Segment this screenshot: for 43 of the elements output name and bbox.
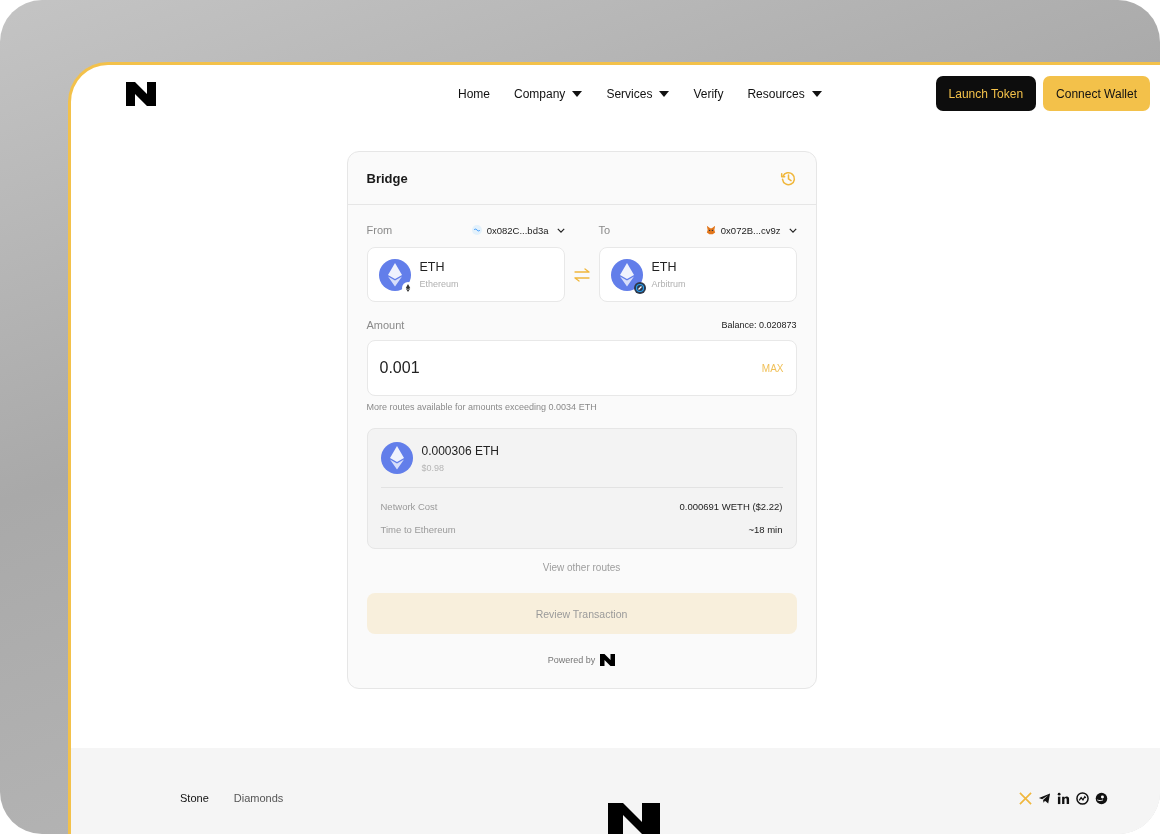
detail-label: Network Cost bbox=[380, 500, 438, 512]
powered-by-text: Powered by bbox=[547, 655, 596, 665]
eth-coin-icon bbox=[378, 258, 411, 291]
footer-link[interactable]: Stone bbox=[180, 792, 209, 804]
nav-link[interactable]: Resources bbox=[747, 86, 822, 101]
nav-link[interactable]: Company bbox=[514, 86, 583, 101]
wallet-selector[interactable]: 0x082C...bd3a bbox=[471, 224, 565, 236]
detail-label: Time to Ethereum bbox=[380, 523, 456, 535]
linkedin-icon[interactable] bbox=[1057, 792, 1070, 805]
eth-coin-icon bbox=[380, 442, 413, 474]
chart-circle-icon[interactable] bbox=[1076, 792, 1089, 805]
chevron-icon[interactable] bbox=[556, 227, 565, 233]
gecko-icon[interactable] bbox=[1095, 792, 1108, 805]
wallet-selector[interactable]: 0x072B...cv9z bbox=[705, 224, 797, 236]
detail-value: 0.000691 WETH ($2.22) bbox=[679, 500, 783, 512]
hint-text: More routes available for amounts exceeding 0.0034 ETH bbox=[366, 402, 598, 412]
token-selector[interactable]: ETH Arbitrum bbox=[598, 247, 797, 302]
field-label: From bbox=[366, 224, 393, 236]
route-amount: 0.000306 ETH bbox=[421, 443, 499, 458]
fox-icon bbox=[705, 225, 716, 235]
caret-icon[interactable] bbox=[572, 90, 583, 97]
nav-link[interactable]: Verify bbox=[693, 86, 724, 101]
eth-coin-icon bbox=[610, 258, 643, 291]
field-label: Amount bbox=[366, 319, 405, 331]
field-label: To bbox=[598, 224, 611, 236]
card-title: Bridge bbox=[366, 170, 408, 186]
caret-icon[interactable] bbox=[811, 90, 822, 97]
connect-wallet-button[interactable]: Connect Wallet bbox=[1043, 76, 1150, 111]
logo-icon[interactable] bbox=[126, 81, 156, 106]
chevron-icon[interactable] bbox=[788, 227, 797, 233]
balance-text: Balance: 0.020873 bbox=[721, 320, 797, 330]
token-selector[interactable]: ETH Ethereum bbox=[366, 247, 565, 302]
wallet-icon bbox=[471, 225, 482, 235]
nav-link[interactable]: Home bbox=[458, 86, 490, 101]
logo-icon bbox=[600, 654, 616, 666]
amount-field[interactable]: 0.001 MAX bbox=[366, 340, 797, 396]
logo-icon bbox=[608, 803, 660, 834]
telegram-icon[interactable] bbox=[1038, 792, 1051, 805]
launch-token-button[interactable]: Launch Token bbox=[935, 76, 1037, 111]
nav-link[interactable]: Services bbox=[606, 86, 670, 101]
detail-value: ~18 min bbox=[748, 523, 783, 535]
footer-link[interactable]: Diamonds bbox=[233, 792, 284, 804]
caret-icon[interactable] bbox=[659, 90, 670, 97]
